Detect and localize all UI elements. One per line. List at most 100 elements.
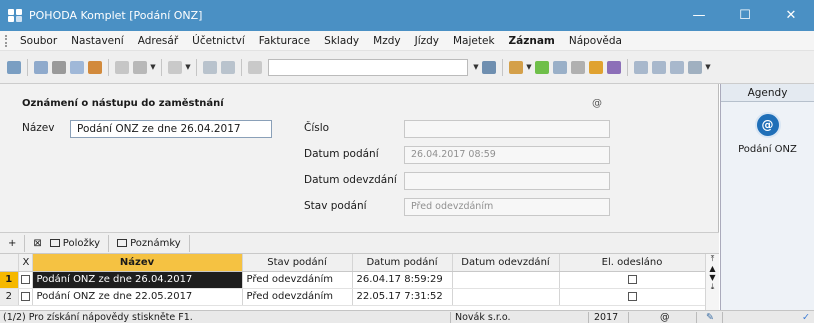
tab-polozky[interactable]: Položky xyxy=(46,238,104,249)
header-datum-podani[interactable]: Datum podání xyxy=(352,254,453,272)
list-icon xyxy=(49,239,60,247)
status-email-icon: @ xyxy=(660,312,670,323)
filter-icon[interactable] xyxy=(482,60,496,74)
open-icon[interactable] xyxy=(34,60,48,74)
menu-sklady[interactable]: Sklady xyxy=(317,35,366,47)
menu-soubor[interactable]: Soubor xyxy=(13,35,64,47)
datum-odevzdani-field[interactable] xyxy=(404,172,610,190)
row-select-checkbox[interactable] xyxy=(20,291,30,301)
copy-icon[interactable] xyxy=(248,60,262,74)
cell-datum-odevzdani[interactable] xyxy=(452,288,560,306)
table-row[interactable]: 2 Podání ONZ ze dne 22.05.2017 Před odev… xyxy=(0,288,706,306)
datum-podani-label: Datum podání xyxy=(304,148,379,160)
chevron-down-icon[interactable]: ▼ xyxy=(709,273,715,282)
filter-icon[interactable]: ⊠ xyxy=(29,238,45,249)
cell-stav[interactable]: Před odevzdáním xyxy=(242,288,353,306)
header-stav[interactable]: Stav podání xyxy=(242,254,353,272)
window-title: POHODA Komplet [Podání ONZ] xyxy=(29,9,203,22)
save-icon[interactable] xyxy=(203,60,217,74)
cell-datum-podani[interactable]: 22.05.17 7:31:52 xyxy=(352,288,453,306)
scroll-bottom-icon[interactable]: ⤓ xyxy=(711,282,715,292)
row-number: 1 xyxy=(0,271,19,289)
menu-majetek[interactable]: Majetek xyxy=(446,35,502,47)
menu-nastaveni[interactable]: Nastavení xyxy=(64,35,131,47)
maximize-button[interactable]: ☐ xyxy=(722,0,768,31)
help-icon[interactable] xyxy=(688,60,702,74)
folder-icon[interactable] xyxy=(509,60,523,74)
pen-icon[interactable]: ✎ xyxy=(706,311,714,324)
record-form: Oznámení o nástupu do zaměstnání @ Název… xyxy=(0,84,719,232)
save-all-icon[interactable] xyxy=(221,60,235,74)
cell-nazev[interactable]: Podání ONZ ze dne 22.05.2017 xyxy=(32,288,243,306)
menu-fakturace[interactable]: Fakturace xyxy=(252,35,317,47)
row-number: 2 xyxy=(0,288,19,306)
table-row[interactable]: 1 Podání ONZ ze dne 26.04.2017 Před odev… xyxy=(0,271,706,289)
pohoda-app-icon xyxy=(8,8,24,23)
chevron-down-icon[interactable]: ▼ xyxy=(525,61,533,74)
el-odeslano-checkbox[interactable] xyxy=(627,274,637,284)
chevron-down-icon[interactable]: ▼ xyxy=(704,61,712,74)
status-bar: (1/2) Pro získání nápovědy stiskněte F1.… xyxy=(0,310,814,323)
window-list-icon[interactable] xyxy=(652,60,666,74)
cislo-label: Číslo xyxy=(304,122,330,134)
toolbar: ▼ ▼ ▼ ▼ ▼ xyxy=(0,51,814,84)
cislo-field[interactable] xyxy=(404,120,610,138)
header-x[interactable]: X xyxy=(18,254,33,272)
row-select-checkbox[interactable] xyxy=(20,274,30,284)
print-icon[interactable] xyxy=(52,60,66,74)
tab-poznamky[interactable]: Poznámky xyxy=(113,238,185,249)
table-icon[interactable] xyxy=(553,60,567,74)
status-hint: (1/2) Pro získání nápovědy stiskněte F1. xyxy=(3,312,193,323)
header-row-num xyxy=(0,254,19,272)
quick-search-combo[interactable] xyxy=(268,58,468,76)
agendy-header: Agendy xyxy=(721,84,814,102)
window-form-icon[interactable] xyxy=(670,60,684,74)
close-button[interactable]: ✕ xyxy=(768,0,814,31)
cell-datum-odevzdani[interactable] xyxy=(452,271,560,289)
table-scrollbar[interactable]: ⤒ ▲ ▼ ⤓ xyxy=(705,254,719,310)
print-preview-icon[interactable] xyxy=(70,60,84,74)
menu-grip[interactable] xyxy=(5,34,7,47)
document-icon[interactable] xyxy=(571,60,585,74)
new-record-icon[interactable] xyxy=(7,60,21,74)
nazev-field[interactable]: Podání ONZ ze dne 26.04.2017 xyxy=(70,120,272,138)
chevron-down-icon[interactable]: ▼ xyxy=(472,61,480,74)
cell-nazev[interactable]: Podání ONZ ze dne 26.04.2017 xyxy=(32,271,243,289)
iban-icon[interactable] xyxy=(607,60,621,74)
menu-napoveda[interactable]: Nápověda xyxy=(562,35,629,47)
onz-icon[interactable]: @ xyxy=(754,112,781,138)
check-icon[interactable] xyxy=(133,60,147,74)
add-icon[interactable]: + xyxy=(0,238,20,249)
menu-jizdy[interactable]: Jízdy xyxy=(408,35,446,47)
chevron-down-icon[interactable]: ▼ xyxy=(184,61,192,74)
cell-stav[interactable]: Před odevzdáním xyxy=(242,271,353,289)
menu-zaznam[interactable]: Záznam xyxy=(502,35,562,47)
status-year: 2017 xyxy=(594,312,619,323)
users-icon[interactable] xyxy=(589,60,603,74)
el-odeslano-checkbox[interactable] xyxy=(627,291,637,301)
form-title: Oznámení o nástupu do zaměstnání xyxy=(22,98,224,109)
menu-adresar[interactable]: Adresář xyxy=(131,35,185,47)
link-icon[interactable] xyxy=(535,60,549,74)
menu-ucetnictvi[interactable]: Účetnictví xyxy=(185,35,252,47)
back-arrow-icon[interactable] xyxy=(168,60,182,74)
undo-icon[interactable] xyxy=(115,60,129,74)
menu-mzdy[interactable]: Mzdy xyxy=(366,35,407,47)
cell-datum-podani[interactable]: 26.04.17 8:59:29 xyxy=(352,271,453,289)
menu-bar: Soubor Nastavení Adresář Účetnictví Fakt… xyxy=(0,31,814,51)
chevron-up-icon[interactable]: ▲ xyxy=(709,264,715,273)
chevron-down-icon[interactable]: ▼ xyxy=(149,61,157,74)
window-icon[interactable] xyxy=(634,60,648,74)
stav-podani-field[interactable]: Před odevzdáním xyxy=(404,198,610,216)
export-icon[interactable] xyxy=(88,60,102,74)
minimize-button[interactable]: — xyxy=(676,0,722,31)
datum-odevzdani-label: Datum odevzdání xyxy=(304,174,397,186)
header-datum-odevzdani[interactable]: Datum odevzdání xyxy=(452,254,560,272)
header-nazev[interactable]: Název xyxy=(32,254,243,272)
agendy-panel: Agendy @ Podání ONZ xyxy=(720,84,814,310)
tab-polozky-label: Položky xyxy=(62,237,101,249)
scroll-top-icon[interactable]: ⤒ xyxy=(711,254,715,264)
header-el-odeslano[interactable]: El. odesláno xyxy=(559,254,706,272)
agenda-podani-onz[interactable]: Podání ONZ xyxy=(721,144,814,155)
datum-podani-field[interactable]: 26.04.2017 08:59 xyxy=(404,146,610,164)
